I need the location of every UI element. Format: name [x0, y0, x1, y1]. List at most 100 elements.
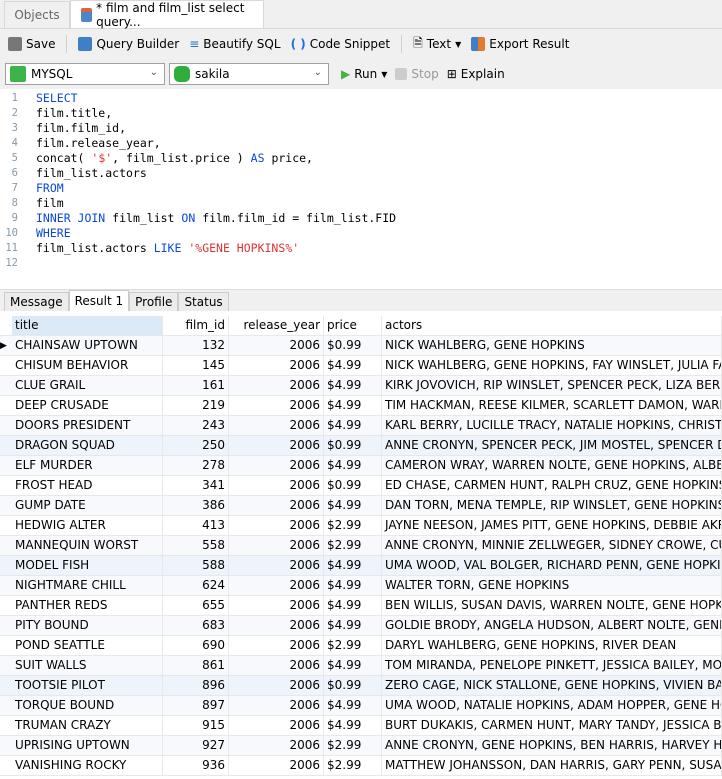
- table-row[interactable]: TOOTSIE PILOT 896 2006 $0.99 ZERO CAGE, NICK…: [0, 676, 722, 696]
- cell-film_id[interactable]: 145: [163, 356, 229, 375]
- column-header-release_year[interactable]: release_year: [229, 316, 324, 335]
- cell-film_id[interactable]: 161: [163, 376, 229, 395]
- save-button[interactable]: Save: [6, 37, 57, 51]
- query-builder-button[interactable]: Query Builder: [76, 37, 181, 51]
- result-tab-message[interactable]: Message: [4, 292, 69, 311]
- cell-film_id[interactable]: 683: [163, 616, 229, 635]
- cell-price[interactable]: $0.99: [324, 436, 382, 455]
- table-row[interactable]: CLUE GRAIL 161 2006 $4.99 KIRK JOVOVICH, RIP…: [0, 376, 722, 396]
- cell-film_id[interactable]: 132: [163, 336, 229, 355]
- cell-price[interactable]: $4.99: [324, 556, 382, 575]
- row-indicator[interactable]: [0, 636, 12, 655]
- result-tab-result-1[interactable]: Result 1: [68, 290, 130, 311]
- cell-release_year[interactable]: 2006: [229, 556, 324, 575]
- cell-film_id[interactable]: 341: [163, 476, 229, 495]
- cell-release_year[interactable]: 2006: [229, 736, 324, 755]
- cell-film_id[interactable]: 861: [163, 656, 229, 675]
- cell-actors[interactable]: ED CHASE, CARMEN HUNT, RALPH CRUZ, GENE …: [382, 476, 722, 495]
- cell-release_year[interactable]: 2006: [229, 416, 324, 435]
- cell-price[interactable]: $2.99: [324, 536, 382, 555]
- cell-title[interactable]: SUIT WALLS: [12, 656, 163, 675]
- cell-actors[interactable]: ZERO CAGE, NICK STALLONE, GENE HOPKINS, …: [382, 676, 722, 695]
- cell-price[interactable]: $2.99: [324, 516, 382, 535]
- cell-actors[interactable]: UMA WOOD, VAL BOLGER, RICHARD PENN, GENE…: [382, 556, 722, 575]
- cell-title[interactable]: ELF MURDER: [12, 456, 163, 475]
- cell-actors[interactable]: NICK WAHLBERG, GENE HOPKINS: [382, 336, 722, 355]
- cell-price[interactable]: $4.99: [324, 356, 382, 375]
- cell-film_id[interactable]: 896: [163, 676, 229, 695]
- cell-actors[interactable]: DARYL WAHLBERG, GENE HOPKINS, RIVER DEAN: [382, 636, 722, 655]
- table-row[interactable]: ELF MURDER 278 2006 $4.99 CAMERON WRAY, WARR…: [0, 456, 722, 476]
- row-indicator[interactable]: [0, 456, 12, 475]
- table-row[interactable]: UPRISING UPTOWN 927 2006 $2.99 ANNE CRONYN, …: [0, 736, 722, 756]
- cell-film_id[interactable]: 413: [163, 516, 229, 535]
- row-indicator[interactable]: [0, 516, 12, 535]
- cell-film_id[interactable]: 690: [163, 636, 229, 655]
- cell-release_year[interactable]: 2006: [229, 476, 324, 495]
- table-row[interactable]: GUMP DATE 386 2006 $4.99 DAN TORN, MENA TEMP…: [0, 496, 722, 516]
- cell-film_id[interactable]: 927: [163, 736, 229, 755]
- row-indicator[interactable]: [0, 356, 12, 375]
- sql-editor[interactable]: 1 SELECT 2 film.title, 3 film.film_id, 4 film.r…: [0, 89, 722, 285]
- connection-select[interactable]: MYSQL ⌄: [5, 63, 165, 85]
- row-indicator[interactable]: [0, 736, 12, 755]
- cell-film_id[interactable]: 897: [163, 696, 229, 715]
- cell-release_year[interactable]: 2006: [229, 456, 324, 475]
- cell-title[interactable]: GUMP DATE: [12, 496, 163, 515]
- cell-price[interactable]: $0.99: [324, 336, 382, 355]
- cell-release_year[interactable]: 2006: [229, 496, 324, 515]
- cell-release_year[interactable]: 2006: [229, 436, 324, 455]
- text-dropdown[interactable]: 🗎 Text ▼: [411, 34, 463, 55]
- cell-actors[interactable]: TOM MIRANDA, PENELOPE PINKETT, JESSICA B…: [382, 656, 722, 675]
- cell-title[interactable]: POND SEATTLE: [12, 636, 163, 655]
- table-row[interactable]: FROST HEAD 341 2006 $0.99 ED CHASE, CARMEN H…: [0, 476, 722, 496]
- column-header-actors[interactable]: actors: [382, 316, 722, 335]
- row-indicator[interactable]: [0, 436, 12, 455]
- row-indicator[interactable]: [0, 716, 12, 735]
- code-snippet-button[interactable]: ( ) Code Snippet: [289, 37, 393, 51]
- cell-release_year[interactable]: 2006: [229, 356, 324, 375]
- cell-title[interactable]: HEDWIG ALTER: [12, 516, 163, 535]
- row-indicator[interactable]: [0, 676, 12, 695]
- table-row[interactable]: MODEL FISH 588 2006 $4.99 UMA WOOD, VAL BOLG…: [0, 556, 722, 576]
- cell-release_year[interactable]: 2006: [229, 516, 324, 535]
- cell-film_id[interactable]: 624: [163, 576, 229, 595]
- cell-price[interactable]: $4.99: [324, 416, 382, 435]
- cell-actors[interactable]: ANNE CRONYN, MINNIE ZELLWEGER, SIDNEY CR…: [382, 536, 722, 555]
- cell-title[interactable]: UPRISING UPTOWN: [12, 736, 163, 755]
- table-row[interactable]: TRUMAN CRAZY 915 2006 $4.99 BURT DUKAKIS, CA…: [0, 716, 722, 736]
- cell-title[interactable]: PANTHER REDS: [12, 596, 163, 615]
- cell-film_id[interactable]: 655: [163, 596, 229, 615]
- table-row[interactable]: DRAGON SQUAD 250 2006 $0.99 ANNE CRONYN, SPE…: [0, 436, 722, 456]
- result-tab-profile[interactable]: Profile: [129, 292, 179, 311]
- cell-title[interactable]: MODEL FISH: [12, 556, 163, 575]
- cell-film_id[interactable]: 588: [163, 556, 229, 575]
- database-select[interactable]: sakila ⌄: [169, 63, 329, 85]
- stop-button[interactable]: Stop: [393, 67, 440, 81]
- cell-price[interactable]: $4.99: [324, 576, 382, 595]
- tab-query[interactable]: * film and film_list select query...: [70, 0, 264, 29]
- row-indicator[interactable]: [0, 496, 12, 515]
- cell-price[interactable]: $4.99: [324, 496, 382, 515]
- cell-actors[interactable]: KIRK JOVOVICH, RIP WINSLET, SPENCER PECK…: [382, 376, 722, 395]
- cell-actors[interactable]: ANNE CRONYN, SPENCER PECK, JIM MOSTEL, S…: [382, 436, 722, 455]
- cell-price[interactable]: $2.99: [324, 736, 382, 755]
- result-tab-status[interactable]: Status: [178, 292, 229, 311]
- table-row[interactable]: DOORS PRESIDENT 243 2006 $4.99 KARL BERRY, L…: [0, 416, 722, 436]
- cell-price[interactable]: $4.99: [324, 696, 382, 715]
- run-button[interactable]: ▶ Run ▼: [339, 67, 389, 81]
- cell-title[interactable]: CHISUM BEHAVIOR: [12, 356, 163, 375]
- column-header-title[interactable]: title: [12, 316, 163, 335]
- column-header-film_id[interactable]: film_id: [163, 316, 229, 335]
- row-indicator[interactable]: [0, 656, 12, 675]
- cell-release_year[interactable]: 2006: [229, 376, 324, 395]
- cell-price[interactable]: $4.99: [324, 396, 382, 415]
- current-row-arrow-icon[interactable]: ▶: [0, 336, 12, 355]
- cell-title[interactable]: VANISHING ROCKY: [12, 756, 163, 775]
- cell-price[interactable]: $4.99: [324, 376, 382, 395]
- table-row[interactable]: SUIT WALLS 861 2006 $4.99 TOM MIRANDA, PENEL…: [0, 656, 722, 676]
- table-row[interactable]: VANISHING ROCKY 936 2006 $2.99 MATTHEW JOHAN…: [0, 756, 722, 776]
- cell-release_year[interactable]: 2006: [229, 596, 324, 615]
- cell-actors[interactable]: KARL BERRY, LUCILLE TRACY, NATALIE HOPKI…: [382, 416, 722, 435]
- cell-price[interactable]: $4.99: [324, 656, 382, 675]
